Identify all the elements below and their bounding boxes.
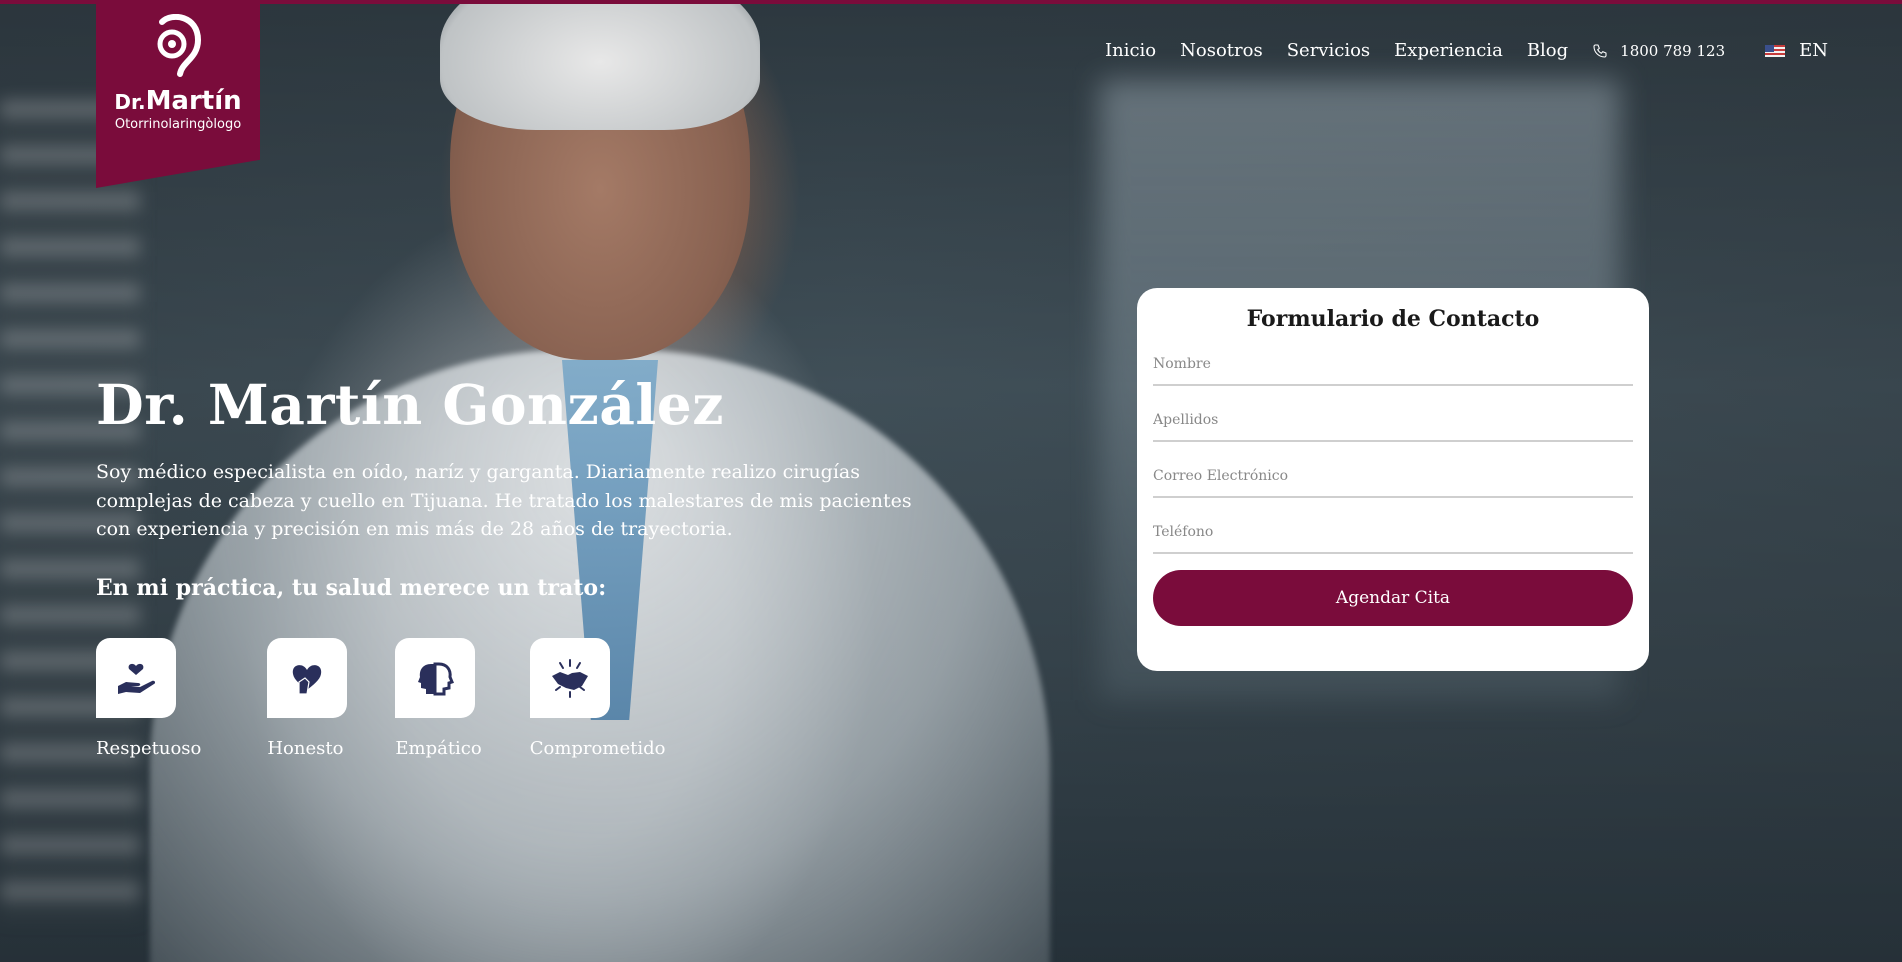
ear-logo-icon [157, 14, 202, 77]
caring-hand-icon [118, 663, 156, 694]
value-item-honesto: Honesto [267, 638, 348, 759]
value-label: Honesto [267, 738, 344, 759]
value-icon-box [267, 638, 348, 718]
email-field[interactable] [1153, 458, 1633, 498]
top-accent-bar [0, 0, 1902, 4]
value-label: Comprometido [529, 738, 666, 759]
phone-number: 1800 789 123 [1620, 41, 1726, 60]
value-label: Respetuoso [96, 738, 202, 759]
language-switcher[interactable]: EN [1765, 40, 1828, 61]
hero-description: Soy médico especialista en oído, naríz y… [96, 461, 912, 540]
values-list: Respetuoso Honesto Empático Comprometido [96, 638, 665, 759]
logo-brand: Dr.Martín [114, 86, 242, 116]
value-item-comprometido: Comprometido [529, 638, 666, 759]
us-flag-icon [1765, 44, 1786, 57]
nav-item-experiencia[interactable]: Experiencia [1394, 40, 1503, 61]
nombre-field[interactable] [1153, 346, 1633, 386]
apellidos-field[interactable] [1153, 402, 1633, 442]
phone-field[interactable] [1153, 514, 1633, 554]
contact-form: Formulario de Contacto Agendar Cita [1137, 288, 1649, 671]
nav-item-inicio[interactable]: Inicio [1105, 40, 1156, 61]
value-icon-box [96, 638, 176, 718]
value-icon-box [529, 638, 610, 718]
page-title: Dr. Martín González [96, 372, 724, 437]
value-item-respetuoso: Respetuoso [96, 638, 201, 759]
phone-icon [1593, 43, 1607, 58]
handshake-icon [551, 659, 588, 698]
heart-hand-icon [293, 665, 322, 695]
logo[interactable]: Dr.Martín Otorrinolaringòlogo [96, 0, 260, 188]
nav-item-blog[interactable]: Blog [1527, 40, 1568, 61]
nav-item-nosotros[interactable]: Nosotros [1180, 40, 1263, 61]
nav-item-servicios[interactable]: Servicios [1287, 40, 1370, 61]
hero-subtitle: En mi práctica, tu salud merece un trato… [96, 575, 607, 601]
language-label: EN [1799, 40, 1829, 61]
logo-subtitle: Otorrinolaringòlogo [114, 117, 242, 132]
main-nav: Inicio Nosotros Servicios Experiencia Bl… [1105, 40, 1828, 61]
value-item-empatico: Empático [395, 638, 482, 759]
value-icon-box [395, 638, 476, 718]
two-heads-icon [418, 662, 455, 696]
schedule-appointment-button[interactable]: Agendar Cita [1153, 570, 1633, 626]
value-label: Empático [395, 738, 482, 759]
contact-form-title: Formulario de Contacto [1246, 306, 1540, 332]
phone-link[interactable]: 1800 789 123 [1592, 42, 1725, 60]
